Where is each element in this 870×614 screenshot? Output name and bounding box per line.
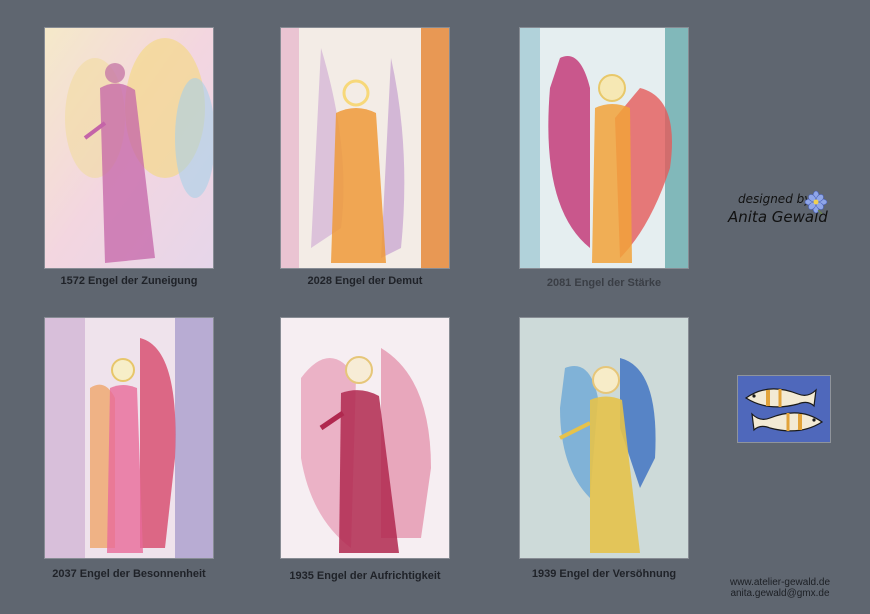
painting-caption: 2081 Engel der Stärke xyxy=(546,277,662,289)
painting-image xyxy=(281,318,449,558)
painting-card[interactable] xyxy=(520,318,688,558)
painting-card[interactable] xyxy=(45,28,213,268)
email-link[interactable]: anita.gewald@gmx.de xyxy=(700,588,860,599)
painting-caption: 1935 Engel der Aufrichtigkeit xyxy=(289,570,441,582)
painting-card[interactable] xyxy=(281,28,449,268)
painting-image xyxy=(45,28,213,268)
website-link[interactable]: www.atelier-gewald.de xyxy=(700,577,860,588)
painting-image xyxy=(45,318,213,558)
designed-by-label: designed by xyxy=(738,192,812,206)
contact-info: www.atelier-gewald.de anita.gewald@gmx.d… xyxy=(700,577,860,599)
painting-card[interactable] xyxy=(45,318,213,558)
fish-logo xyxy=(738,376,830,442)
painting-card[interactable] xyxy=(281,318,449,558)
fish-icon xyxy=(738,376,830,442)
painting-caption: 1939 Engel der Versöhnung xyxy=(531,568,677,580)
painting-caption: 2028 Engel der Demut xyxy=(307,275,423,287)
painting-card[interactable] xyxy=(520,28,688,268)
painting-image xyxy=(281,28,449,268)
flower-icon xyxy=(804,190,828,214)
painting-image xyxy=(520,28,688,268)
painting-caption: 2037 Engel der Besonnenheit xyxy=(52,568,206,580)
painting-caption: 1572 Engel der Zuneigung xyxy=(60,275,198,287)
designer-signature: designed by Anita Gewald xyxy=(724,190,854,240)
painting-image xyxy=(520,318,688,558)
